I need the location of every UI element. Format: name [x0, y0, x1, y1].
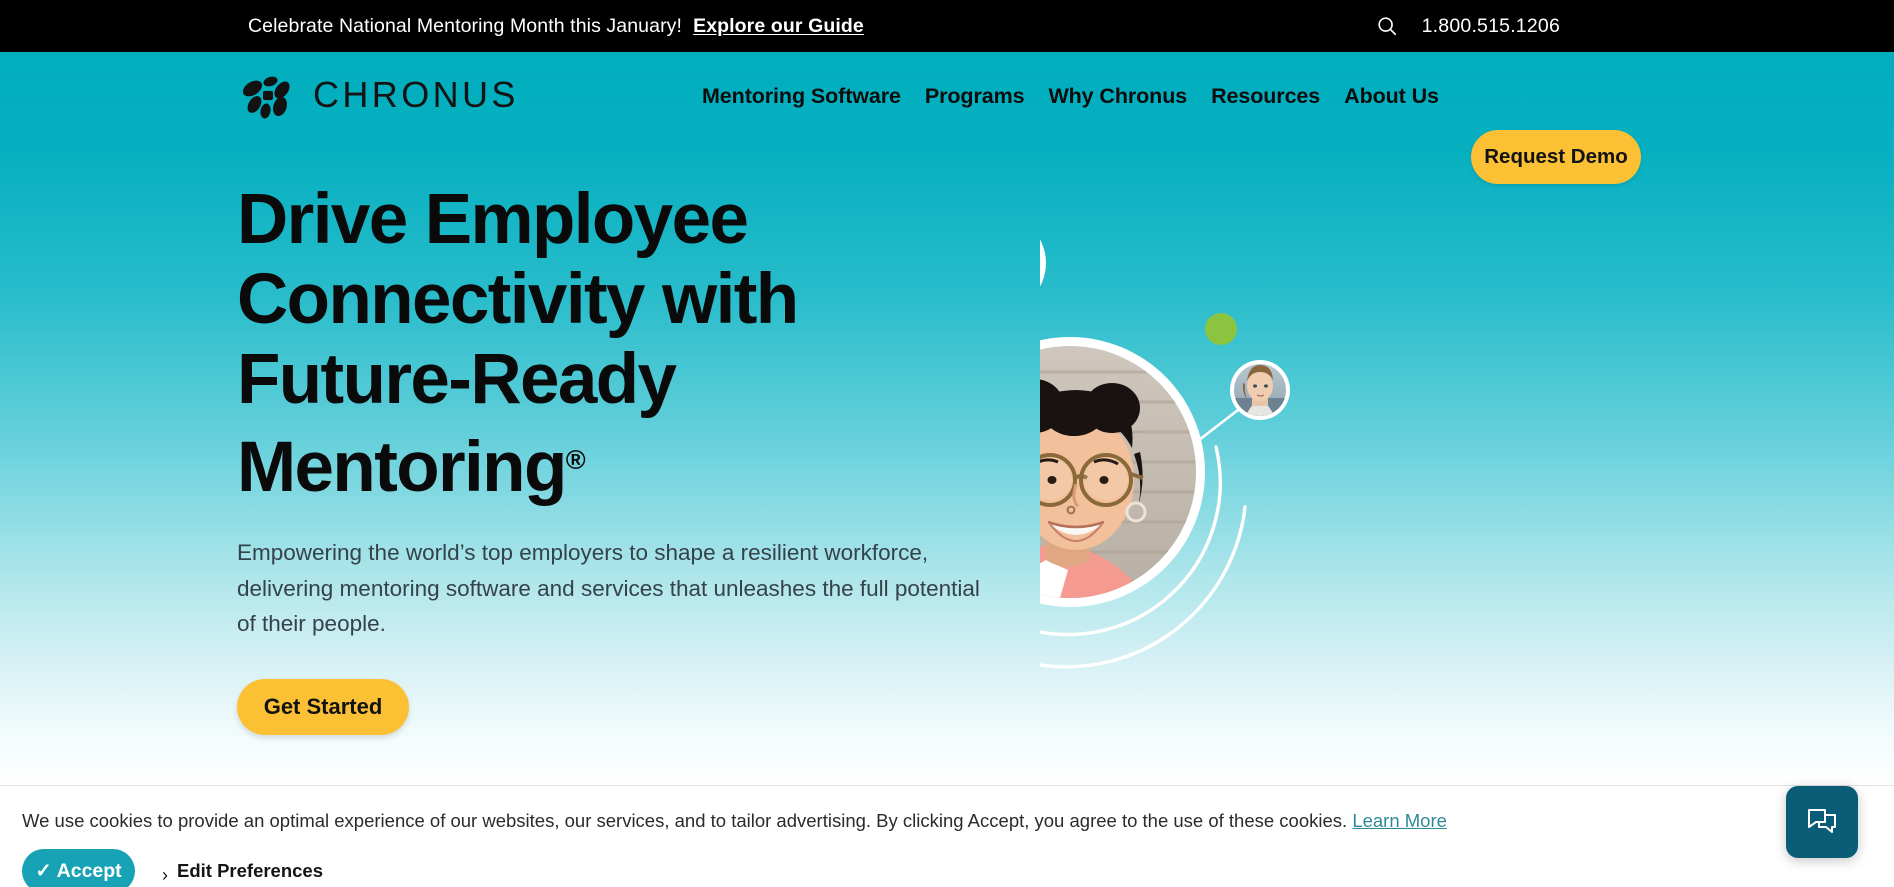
registered-trademark-mark: ® [565, 445, 586, 475]
search-icon[interactable] [1376, 15, 1398, 37]
headline-line-3: Future-Ready [237, 340, 677, 419]
logo[interactable]: CHRONUS [239, 70, 519, 120]
topbar-right-group: 1.800.515.1206 [1376, 0, 1894, 52]
portrait-center [1040, 337, 1205, 607]
cookie-consent-banner: We use cookies to provide an optimal exp… [0, 785, 1894, 887]
cookie-message-text: We use cookies to provide an optimal exp… [22, 810, 1353, 831]
site-header: CHRONUS Mentoring Software Programs Why … [0, 52, 1894, 184]
explore-guide-link[interactable]: Explore our Guide [693, 15, 864, 37]
edit-preferences-label: Edit Preferences [177, 860, 323, 887]
headline-line-1: Drive Employee [237, 180, 749, 259]
portrait-top [1040, 239, 1046, 287]
edit-preferences-button[interactable]: › Edit Preferences [162, 860, 323, 887]
cookie-message: We use cookies to provide an optimal exp… [22, 810, 1447, 832]
nav-item-resources[interactable]: Resources [1199, 84, 1332, 109]
hero-subcopy: Empowering the world’s top employers to … [237, 540, 980, 636]
nav-item-why-chronus[interactable]: Why Chronus [1036, 84, 1199, 109]
announcement-text: Celebrate National Mentoring Month this … [248, 14, 683, 37]
page-root: Celebrate National Mentoring Month this … [0, 0, 1894, 887]
nav-item-about-us[interactable]: About Us [1332, 84, 1451, 109]
chat-bubbles-icon [1805, 804, 1839, 841]
logo-wordmark: CHRONUS [313, 74, 519, 115]
accept-label: Accept [56, 859, 122, 882]
get-started-button[interactable]: Get Started [237, 678, 409, 735]
chevron-right-icon: › [162, 864, 168, 885]
chronus-petal-cluster-icon [239, 70, 301, 120]
dot-green [1205, 313, 1237, 345]
hero-copy: Drive Employee Connectivity with Future-… [237, 180, 997, 735]
portrait-right [1230, 360, 1290, 420]
check-icon: ✓ [35, 860, 52, 882]
learn-more-link[interactable]: Learn More [1352, 810, 1447, 831]
network-of-portraits-graphic [1040, 162, 1660, 762]
nav-item-mentoring-software[interactable]: Mentoring Software [690, 84, 913, 109]
headline-line-2: Connectivity with [237, 260, 799, 339]
chat-widget-button[interactable] [1786, 786, 1858, 858]
headline-line-4: Mentoring [237, 428, 567, 507]
phone-number[interactable]: 1.800.515.1206 [1422, 15, 1560, 38]
accept-cookies-button[interactable]: ✓ Accept [22, 849, 135, 887]
hero-section: CHRONUS Mentoring Software Programs Why … [0, 52, 1894, 785]
nav-item-programs[interactable]: Programs [913, 84, 1037, 109]
announcement-bar: Celebrate National Mentoring Month this … [0, 0, 1894, 52]
primary-nav: Mentoring Software Programs Why Chronus … [690, 52, 1451, 140]
page-title: Drive Employee Connectivity with Future-… [237, 180, 997, 508]
